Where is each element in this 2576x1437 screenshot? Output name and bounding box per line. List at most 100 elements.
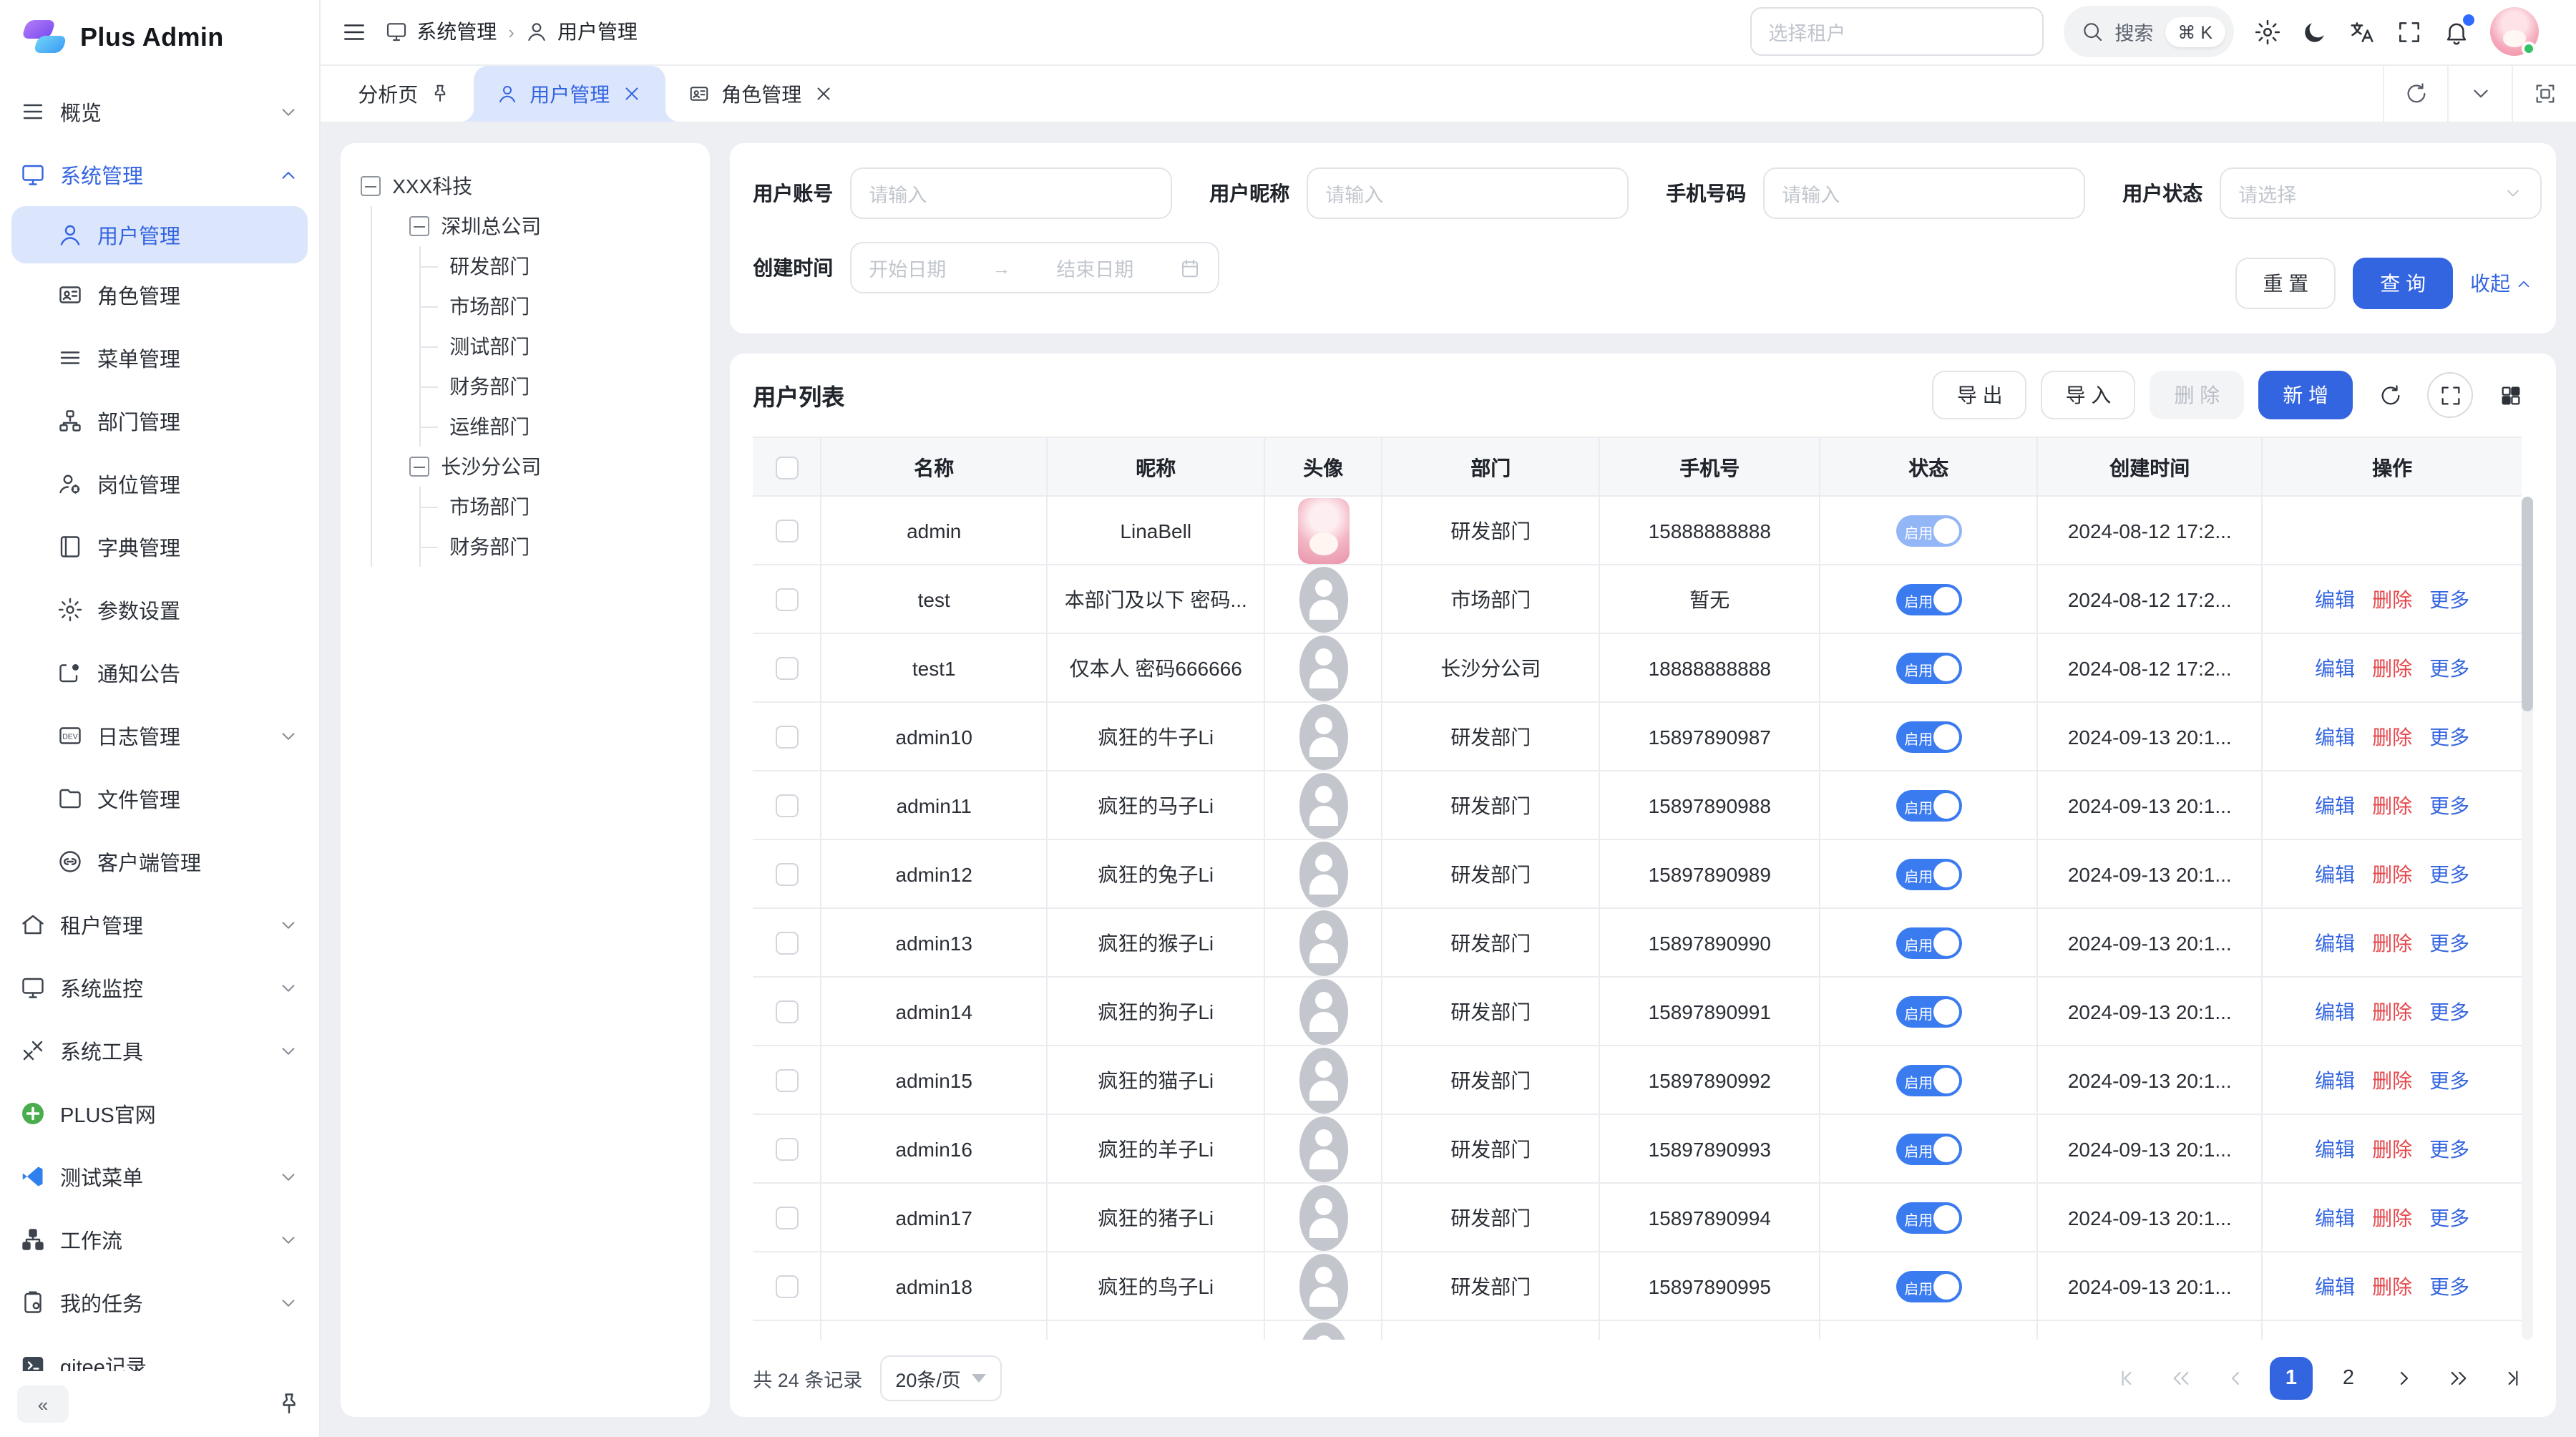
more-link[interactable]: 更多 (2429, 724, 2469, 752)
edit-link[interactable]: 编辑 (2315, 861, 2355, 890)
page-number-2[interactable]: 2 (2327, 1357, 2370, 1400)
tree-leaf-市场部门[interactable]: 市场部门 (421, 286, 693, 326)
first-page-button[interactable] (2107, 1358, 2147, 1398)
row-checkbox[interactable] (775, 1276, 798, 1299)
sidebar-item-PLUS官网[interactable]: PLUS官网 (0, 1082, 319, 1145)
language-translate-icon[interactable] (2348, 19, 2376, 46)
reset-button[interactable]: 重 置 (2235, 258, 2336, 310)
row-checkbox[interactable] (775, 726, 798, 749)
delete-link[interactable]: 删除 (2372, 1067, 2412, 1096)
fullscreen-icon[interactable] (2396, 19, 2423, 46)
tab-用户管理[interactable]: 用户管理 (474, 66, 665, 122)
status-toggle[interactable]: 启用 (1896, 653, 1961, 685)
page-number-1[interactable]: 1 (2270, 1357, 2313, 1400)
sidebar-item-日志管理[interactable]: DEV 日志管理 (0, 704, 319, 767)
tree-leaf-测试部门[interactable]: 测试部门 (421, 326, 693, 366)
collapse-icon[interactable] (361, 176, 381, 196)
date-range-input[interactable]: 开始日期 → 结束日期 (850, 242, 1219, 293)
row-checkbox[interactable] (775, 1070, 798, 1093)
refresh-table-button[interactable] (2367, 373, 2413, 419)
tree-node-root[interactable]: XXX科技 (358, 166, 693, 206)
sidebar-item-菜单管理[interactable]: 菜单管理 (0, 326, 319, 389)
export-button[interactable]: 导 出 (1933, 371, 2027, 420)
sidebar-item-系统管理[interactable]: 系统管理 (0, 143, 319, 206)
row-checkbox[interactable] (775, 795, 798, 818)
row-checkbox[interactable] (775, 864, 798, 887)
sidebar-item-系统工具[interactable]: 系统工具 (0, 1019, 319, 1082)
tree-leaf-市场部门[interactable]: 市场部门 (421, 487, 693, 527)
collapse-icon[interactable] (409, 457, 429, 477)
more-link[interactable]: 更多 (2429, 655, 2469, 683)
table-fullscreen-button[interactable] (2427, 373, 2473, 419)
edit-link[interactable]: 编辑 (2315, 724, 2355, 752)
status-toggle[interactable]: 启用 (1896, 1066, 1961, 1097)
row-checkbox[interactable] (775, 658, 798, 681)
dark-mode-moon-icon[interactable] (2301, 19, 2328, 46)
sidebar-item-参数设置[interactable]: 参数设置 (0, 578, 319, 641)
sidebar-item-角色管理[interactable]: 角色管理 (0, 263, 319, 326)
status-toggle[interactable]: 启用 (1896, 859, 1961, 891)
sidebar-item-我的任务[interactable]: 我的任务 (0, 1271, 319, 1334)
row-checkbox[interactable] (775, 520, 798, 543)
global-search[interactable]: 搜索 ⌘ K (2063, 6, 2234, 58)
back-10-pages-button[interactable] (2161, 1358, 2201, 1398)
column-settings-button[interactable] (2487, 373, 2533, 419)
collapse-filters-link[interactable]: 收起 (2470, 270, 2533, 298)
delete-link[interactable]: 删除 (2372, 655, 2412, 683)
breadcrumb-item-system[interactable]: 系统管理 (385, 18, 497, 47)
status-toggle[interactable]: 启用 (1896, 585, 1961, 616)
status-toggle[interactable]: 启用 (1896, 1203, 1961, 1234)
row-checkbox[interactable] (775, 932, 798, 955)
delete-link[interactable]: 删除 (2372, 930, 2412, 958)
more-link[interactable]: 更多 (2429, 998, 2469, 1027)
add-button[interactable]: 新 增 (2258, 371, 2353, 420)
hamburger-icon[interactable] (341, 19, 368, 46)
more-link[interactable]: 更多 (2429, 861, 2469, 890)
more-link[interactable]: 更多 (2429, 1136, 2469, 1164)
more-link[interactable]: 更多 (2429, 792, 2469, 821)
content-fullscreen-button[interactable] (2512, 66, 2576, 122)
more-link[interactable]: 更多 (2429, 586, 2469, 615)
delete-link[interactable]: 删除 (2372, 998, 2412, 1027)
search-button[interactable]: 查 询 (2353, 258, 2453, 310)
sidebar-collapse-button[interactable]: « (17, 1385, 69, 1423)
sidebar-item-部门管理[interactable]: 部门管理 (0, 389, 319, 452)
sidebar-item-通知公告[interactable]: 通知公告 (0, 641, 319, 704)
more-link[interactable]: 更多 (2429, 1273, 2469, 1302)
settings-gear-icon[interactable] (2254, 19, 2281, 46)
status-toggle[interactable]: 启用 (1896, 1272, 1961, 1303)
refresh-page-button[interactable] (2383, 66, 2447, 122)
delete-link[interactable]: 删除 (2372, 724, 2412, 752)
edit-link[interactable]: 编辑 (2315, 1136, 2355, 1164)
page-size-select[interactable]: 20条/页 (879, 1355, 1002, 1401)
edit-link[interactable]: 编辑 (2315, 1273, 2355, 1302)
delete-link[interactable]: 删除 (2372, 1273, 2412, 1302)
previous-page-button[interactable] (2215, 1358, 2255, 1398)
notifications-bell-icon[interactable] (2443, 19, 2470, 46)
status-toggle[interactable]: 启用 (1896, 997, 1961, 1028)
close-tab-icon[interactable] (813, 83, 834, 104)
row-checkbox[interactable] (775, 589, 798, 612)
sidebar-item-用户管理[interactable]: 用户管理 (11, 206, 308, 263)
close-tab-icon[interactable] (621, 83, 643, 104)
nickname-input[interactable]: 请输入 (1307, 167, 1629, 219)
sidebar-item-工作流[interactable]: 工作流 (0, 1208, 319, 1271)
delete-link[interactable]: 删除 (2372, 1136, 2412, 1164)
tree-leaf-研发部门[interactable]: 研发部门 (421, 246, 693, 286)
tree-node-深圳总公司[interactable]: 深圳总公司 (372, 206, 693, 246)
more-link[interactable]: 更多 (2429, 930, 2469, 958)
select-all-checkbox[interactable] (775, 457, 798, 480)
table-scrollbar[interactable] (2522, 497, 2533, 1340)
status-toggle[interactable]: 启用 (1896, 516, 1961, 547)
collapse-icon[interactable] (409, 216, 429, 236)
sidebar-item-文件管理[interactable]: 文件管理 (0, 767, 319, 830)
delete-link[interactable]: 删除 (2372, 1204, 2412, 1233)
delete-link[interactable]: 删除 (2372, 861, 2412, 890)
delete-link[interactable]: 删除 (2372, 792, 2412, 821)
more-link[interactable]: 更多 (2429, 1204, 2469, 1233)
import-button[interactable]: 导 入 (2041, 371, 2136, 420)
delete-link[interactable]: 删除 (2372, 586, 2412, 615)
more-link[interactable]: 更多 (2429, 1067, 2469, 1096)
sidebar-item-系统监控[interactable]: 系统监控 (0, 956, 319, 1019)
sidebar-item-字典管理[interactable]: 字典管理 (0, 515, 319, 578)
